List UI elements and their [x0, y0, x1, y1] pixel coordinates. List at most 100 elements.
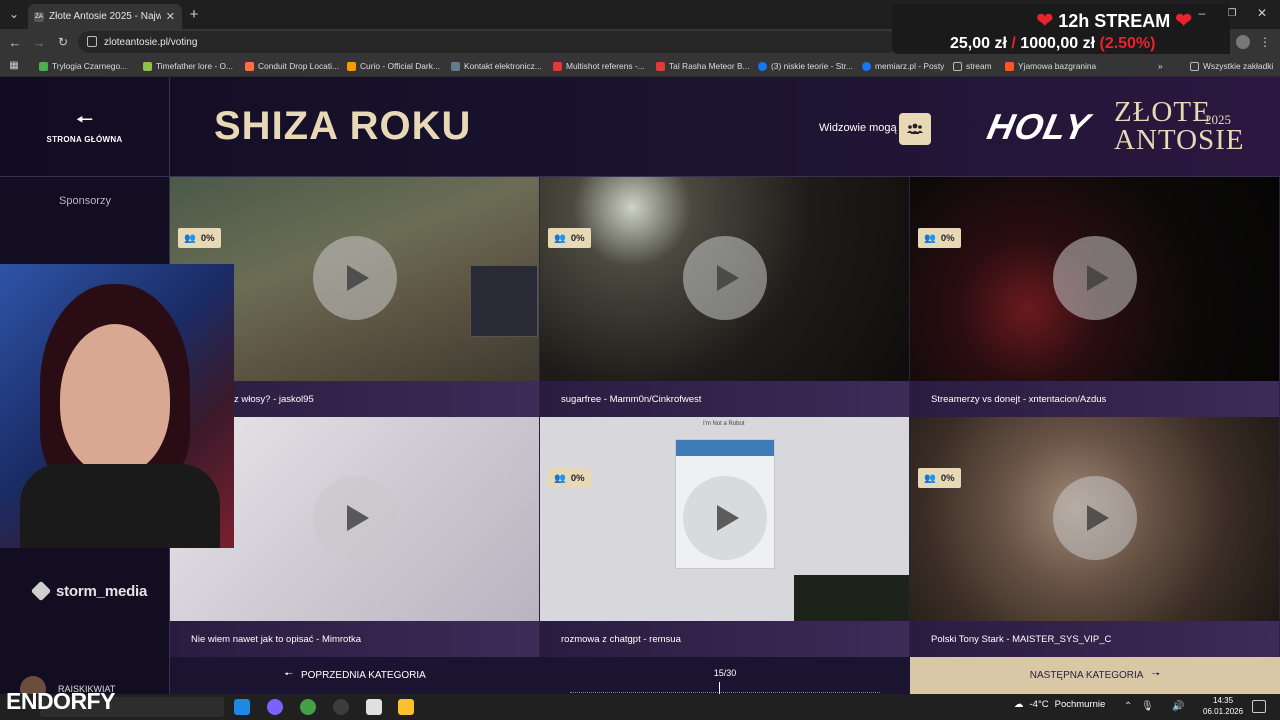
back-icon[interactable]: ←: [7, 34, 23, 50]
arrow-left-icon: 🠔: [75, 108, 94, 131]
bookmark-icon: [553, 61, 562, 71]
sponsor-logo[interactable]: storm_media: [30, 580, 148, 602]
bookmark-icon: [451, 61, 460, 71]
bookmark-item[interactable]: memiarz.pl - Posty: [862, 59, 944, 73]
webcam-face: [60, 324, 170, 474]
favicon-icon: ZA: [34, 11, 44, 22]
tab-list-icon[interactable]: ⌄: [6, 6, 22, 22]
chevron-up-icon[interactable]: ⌃: [1124, 701, 1132, 712]
logo-line2: ANTOSIE: [1114, 124, 1245, 156]
reload-icon[interactable]: ↻: [55, 34, 71, 50]
play-button[interactable]: [313, 476, 397, 560]
bookmark-item[interactable]: (3) niskie teorie - Str...: [758, 59, 853, 73]
minimize-icon[interactable]: –: [1196, 6, 1208, 20]
new-tab-icon[interactable]: +: [186, 6, 202, 23]
next-category-label: NASTĘPNA KATEGORIA: [1029, 670, 1144, 681]
close-window-icon[interactable]: ✕: [1256, 6, 1268, 20]
apps-grid-icon[interactable]: ▦: [8, 59, 20, 71]
bookmark-item[interactable]: Curio - Official Dark...: [347, 59, 440, 73]
chrome-icon[interactable]: [300, 699, 316, 715]
heart-icon: ❤: [1175, 10, 1192, 32]
site-info-icon[interactable]: [87, 36, 97, 47]
tab-title: Złote Antosie 2025 - Największ: [49, 11, 161, 22]
nominee-title: rozmowa z chatgpt - remsua: [540, 621, 909, 657]
play-button[interactable]: [683, 476, 767, 560]
profile-avatar[interactable]: [1236, 35, 1250, 49]
app-icon[interactable]: [234, 699, 250, 715]
notifications-icon[interactable]: [1252, 700, 1266, 713]
clock-time: 14:35: [1213, 696, 1234, 705]
bookmark-icon: [1005, 61, 1014, 71]
play-icon: [347, 265, 369, 291]
bookmark-icon: [347, 61, 356, 71]
bookmark-item[interactable]: Conduit Drop Locati...: [245, 59, 339, 73]
stream-title-row: ❤ 12h STREAM ❤: [1036, 8, 1192, 33]
vote-badge: 👥0%: [178, 228, 221, 248]
home-link[interactable]: 🠔 STRONA GŁÓWNA: [0, 77, 170, 177]
nominee-title: sugarfree - Mamm0n/Cinkrofwest: [540, 381, 909, 417]
progress-ticks: [570, 688, 880, 693]
nominee-title: Polski Tony Stark - MAISTER_SYS_VIP_C: [910, 621, 1279, 657]
app-icon[interactable]: [333, 699, 349, 715]
nominee-card[interactable]: I'm Not a Robot 👥 0% rozmowa z chatgpt - …: [540, 417, 910, 657]
users-icon: [907, 123, 923, 134]
play-button[interactable]: [683, 236, 767, 320]
bookmarks-overflow[interactable]: »: [1158, 59, 1163, 73]
viewers-button[interactable]: [899, 113, 931, 145]
next-category-button[interactable]: NASTĘPNA KATEGORIA 🠖: [910, 657, 1280, 694]
bookmark-icon: [656, 61, 665, 71]
home-label: STRONA GŁÓWNA: [46, 134, 123, 144]
vote-badge: 👥0%: [548, 228, 591, 248]
bookmark-item[interactable]: Tal Rasha Meteor B...: [656, 59, 750, 73]
stream-title: 12h STREAM: [1058, 11, 1171, 31]
category-counter: 15/30: [713, 668, 737, 678]
amount-percent: (2.50%): [1099, 35, 1156, 52]
endorfy-logo: ENDORFY: [6, 688, 115, 715]
captcha-header: [676, 440, 774, 456]
weather-widget[interactable]: ☁ -4°C Pochmurnie: [1014, 699, 1105, 710]
previous-category-button[interactable]: 🠔 POPRZEDNIA KATEGORIA: [170, 657, 540, 694]
play-button[interactable]: [313, 236, 397, 320]
volume-icon[interactable]: 🔊: [1172, 701, 1184, 712]
microphone-icon[interactable]: 🎙: [1141, 701, 1154, 712]
nominee-title: Streamerzy vs donejt - xntentacion/Azdus: [910, 381, 1279, 417]
play-icon: [717, 265, 739, 291]
clock-date: 06.01.2026: [1203, 707, 1244, 716]
amount-raised: 25,00 zł: [950, 35, 1007, 52]
folder-icon[interactable]: [398, 699, 414, 715]
play-button[interactable]: [1053, 236, 1137, 320]
nominee-card[interactable]: 👥 0% Polski Tony Stark - MAISTER_SYS_VIP_…: [910, 417, 1280, 657]
vote-badge: 👥0%: [918, 468, 961, 488]
category-title: SHIZA ROKU: [214, 104, 472, 148]
system-clock[interactable]: 14:35 06.01.2026: [1203, 695, 1243, 717]
users-icon: 👥: [184, 232, 196, 244]
facebook-icon: [758, 61, 767, 71]
bookmark-item[interactable]: Multishot referens -...: [553, 59, 645, 73]
bookmark-item[interactable]: Trylogia Czarnego...: [39, 59, 127, 73]
bookmark-item[interactable]: Yjamowa bazgranina: [1005, 59, 1096, 73]
close-tab-icon[interactable]: ✕: [166, 10, 182, 23]
storm-media-icon: [30, 580, 52, 602]
play-button[interactable]: [1053, 476, 1137, 560]
bookmark-icon: [245, 61, 254, 71]
thumbnail-facecam: [794, 575, 909, 621]
address-bar[interactable]: zloteantosie.pl/voting: [78, 31, 898, 53]
amount-goal: 1000,00 zł: [1020, 35, 1096, 52]
nominee-card[interactable]: 👥 0% Streamerzy vs donejt - xntentacion/A…: [910, 177, 1280, 417]
maximize-icon[interactable]: ❐: [1226, 7, 1238, 19]
app-icon[interactable]: [267, 699, 283, 715]
nominee-card[interactable]: 👥 0% sugarfree - Mamm0n/Cinkrofwest: [540, 177, 910, 417]
sponsors-label: Sponsorzy: [59, 195, 111, 207]
all-bookmarks-folder[interactable]: Wszystkie zakładki: [1190, 59, 1273, 73]
bookmark-item[interactable]: Timefather lore - O...: [143, 59, 233, 73]
forward-icon[interactable]: →: [31, 34, 47, 50]
browser-tab[interactable]: ZA Złote Antosie 2025 - Największ ✕: [28, 4, 182, 29]
bookmark-folder[interactable]: stream: [953, 59, 992, 73]
sponsor-name: storm_media: [56, 582, 148, 600]
menu-icon[interactable]: ⋮: [1258, 34, 1272, 50]
app-icon[interactable]: [366, 699, 382, 715]
amount-separator: /: [1011, 35, 1016, 52]
bookmark-item[interactable]: Kontakt elektronicz...: [451, 59, 542, 73]
users-icon: 👥: [554, 472, 566, 484]
users-icon: 👥: [924, 232, 936, 244]
